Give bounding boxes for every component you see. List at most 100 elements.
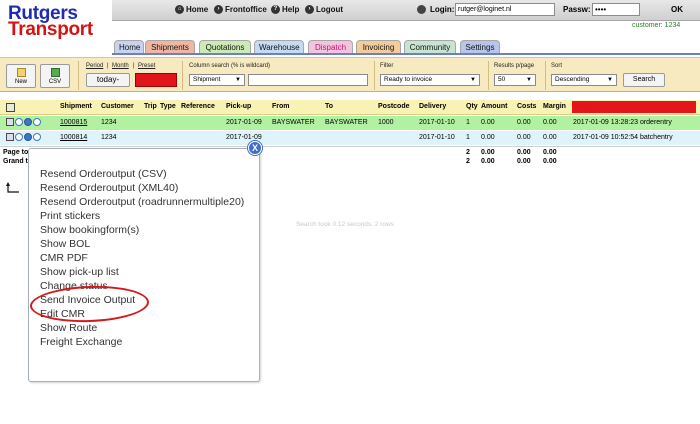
cell-shipment[interactable]: 1000815 bbox=[60, 119, 87, 126]
cell-shipment[interactable]: 1000814 bbox=[60, 134, 87, 141]
col-margin[interactable]: Margin bbox=[543, 103, 566, 110]
menu-item-resend-csv[interactable]: Resend Orderoutput (CSV) bbox=[40, 168, 167, 180]
menu-item-show-route[interactable]: Show Route bbox=[40, 322, 97, 334]
password-input[interactable]: •••• bbox=[592, 3, 640, 16]
search-button[interactable]: Search bbox=[623, 73, 665, 87]
col-from[interactable]: From bbox=[272, 103, 290, 110]
cell-amount: 0.00 bbox=[481, 119, 495, 126]
cell-customer: 1234 bbox=[101, 134, 117, 141]
cell-to: BAYSWATER bbox=[325, 119, 368, 126]
add-icon[interactable] bbox=[24, 133, 32, 141]
col-to[interactable]: To bbox=[325, 103, 333, 110]
period-link[interactable]: Period bbox=[86, 63, 103, 69]
nav-frontoffice[interactable]: › Frontoffice bbox=[214, 5, 267, 14]
col-amount[interactable]: Amount bbox=[481, 103, 507, 110]
column-search-select[interactable]: Shipment ▼ bbox=[189, 74, 245, 86]
nav-logout[interactable]: › Logout bbox=[305, 5, 343, 14]
home-icon: ⌂ bbox=[175, 5, 184, 14]
login-input[interactable]: rutger@loginet.nl bbox=[455, 3, 555, 16]
menu-icon[interactable] bbox=[15, 133, 23, 141]
cell-customer: 1234 bbox=[101, 119, 117, 126]
results-select[interactable]: 50 ▼ bbox=[494, 74, 536, 86]
tab-invoicing[interactable]: Invoicing bbox=[356, 40, 401, 53]
search-note: Search took 0.12 seconds, 2 rows bbox=[296, 221, 394, 228]
cell-margin: 0.00 bbox=[543, 119, 557, 126]
cell-pickup: 2017-01-09 bbox=[226, 134, 262, 141]
menu-item-freight-exchange[interactable]: Freight Exchange bbox=[40, 336, 122, 348]
cell-costs: 0.00 bbox=[517, 119, 531, 126]
close-icon[interactable]: X bbox=[248, 141, 262, 155]
sort-select[interactable]: Descending ▼ bbox=[551, 74, 617, 86]
tab-warehouse[interactable]: Warehouse bbox=[254, 40, 304, 53]
column-search-input[interactable] bbox=[248, 74, 368, 86]
grand-total-label: Grand t bbox=[3, 158, 28, 165]
results-label: Results p/page bbox=[494, 63, 535, 69]
grand-total-costs: 0.00 bbox=[517, 158, 531, 165]
menu-item-show-bol[interactable]: Show BOL bbox=[40, 238, 90, 250]
select-all-icon[interactable] bbox=[6, 103, 15, 112]
chevron-down-icon: ▼ bbox=[470, 77, 476, 83]
tab-shipments[interactable]: Shipments bbox=[145, 40, 195, 53]
col-qty[interactable]: Qty bbox=[466, 103, 478, 110]
edit-icon[interactable] bbox=[33, 133, 41, 141]
checkbox-icon[interactable] bbox=[6, 133, 14, 141]
divider bbox=[488, 61, 489, 90]
nav-help[interactable]: ? Help bbox=[271, 5, 299, 14]
tab-home[interactable]: Home bbox=[114, 40, 144, 53]
menu-item-resend-xml40[interactable]: Resend Orderoutput (XML40) bbox=[40, 182, 178, 194]
col-costs[interactable]: Costs bbox=[517, 103, 536, 110]
col-delivery[interactable]: Delivery bbox=[419, 103, 446, 110]
csv-button[interactable]: CSV bbox=[40, 64, 70, 88]
status-header[interactable]: Status bbox=[572, 101, 696, 113]
today-button[interactable]: today- bbox=[86, 73, 130, 87]
cell-amount: 0.00 bbox=[481, 134, 495, 141]
tab-quotations[interactable]: Quotations bbox=[199, 40, 251, 53]
col-shipment[interactable]: Shipment bbox=[60, 103, 92, 110]
menu-item-resend-roadrunner[interactable]: Resend Orderoutput (roadrunnermultiple20… bbox=[40, 196, 244, 208]
col-type[interactable]: Type bbox=[160, 103, 176, 110]
col-trip[interactable]: Trip bbox=[144, 103, 157, 110]
menu-icon[interactable] bbox=[15, 118, 23, 126]
col-status: Status bbox=[574, 103, 596, 110]
link-separator: | bbox=[133, 63, 135, 69]
preset-link[interactable]: Preset bbox=[138, 63, 155, 69]
row-actions bbox=[6, 133, 41, 141]
tab-community[interactable]: Community bbox=[404, 40, 456, 53]
period-red-field[interactable] bbox=[135, 73, 177, 87]
menu-item-show-bookingforms[interactable]: Show bookingform(s) bbox=[40, 224, 139, 236]
divider bbox=[545, 61, 546, 90]
menu-item-cmr-pdf[interactable]: CMR PDF bbox=[40, 252, 88, 264]
menu-item-show-pickup-list[interactable]: Show pick-up list bbox=[40, 266, 119, 278]
col-customer[interactable]: Customer bbox=[101, 103, 134, 110]
page-total-margin: 0.00 bbox=[543, 149, 557, 156]
cell-pickup: 2017-01-09 bbox=[226, 119, 262, 126]
ok-button[interactable]: OK bbox=[671, 5, 683, 14]
filter-bar: New CSV Period | Month | Preset today- C… bbox=[0, 57, 700, 92]
column-search-label: Column search (% is wildcard) bbox=[189, 63, 271, 69]
tab-settings[interactable]: Settings bbox=[460, 40, 500, 53]
tab-underline bbox=[112, 53, 700, 55]
csv-label: CSV bbox=[48, 79, 62, 85]
menu-item-print-stickers[interactable]: Print stickers bbox=[40, 210, 100, 222]
corner-arrow-icon[interactable] bbox=[6, 182, 20, 194]
col-postcode[interactable]: Postcode bbox=[378, 103, 410, 110]
filter-select[interactable]: Ready to invoice ▼ bbox=[380, 74, 480, 86]
results-select-value: 50 bbox=[498, 76, 506, 83]
nav-home[interactable]: ⌂ Home bbox=[175, 5, 208, 14]
user-icon bbox=[417, 5, 426, 14]
cell-margin: 0.00 bbox=[543, 134, 557, 141]
checkbox-icon[interactable] bbox=[6, 118, 14, 126]
table-row[interactable]: 1000814 1234 2017-01-09 2017-01-10 1 0.0… bbox=[0, 131, 700, 145]
logo[interactable]: Rutgers Transport bbox=[0, 0, 112, 52]
add-icon[interactable] bbox=[24, 118, 32, 126]
new-button[interactable]: New bbox=[6, 64, 36, 88]
chevron-down-icon: ▼ bbox=[607, 77, 613, 83]
edit-icon[interactable] bbox=[33, 118, 41, 126]
month-link[interactable]: Month bbox=[112, 63, 129, 69]
password-label: Passw: bbox=[563, 5, 591, 14]
col-pickup[interactable]: Pick-up bbox=[226, 103, 251, 110]
col-reference[interactable]: Reference bbox=[181, 103, 215, 110]
page-total-costs: 0.00 bbox=[517, 149, 531, 156]
table-row[interactable]: 1000815 1234 2017-01-09 BAYSWATER BAYSWA… bbox=[0, 116, 700, 130]
tab-dispatch[interactable]: Dispatch bbox=[308, 40, 353, 53]
